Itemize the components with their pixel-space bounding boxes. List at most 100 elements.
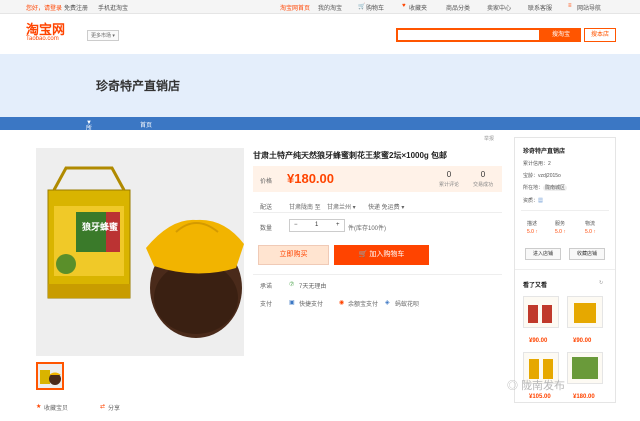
mobile-link[interactable]: 手机逛淘宝: [98, 3, 128, 12]
quick-pay[interactable]: 快捷支付: [299, 299, 323, 308]
qualification-label: 宝龄：: [523, 173, 539, 179]
scores-label: 资质：: [523, 198, 539, 204]
sold-count: 0: [480, 170, 486, 179]
enter-shop-button[interactable]: 进入店铺: [525, 248, 561, 260]
login-link[interactable]: 您好，请登录: [26, 3, 62, 12]
location-row: 所在地： 陇南城区: [523, 184, 568, 191]
seller-center-link[interactable]: 卖家中心: [487, 3, 511, 12]
divider: [515, 269, 615, 270]
desc-label: 描述: [527, 221, 538, 227]
honey-box-icon: [572, 357, 598, 379]
site-nav-link[interactable]: 网站导航: [577, 3, 601, 12]
yuebao-pay[interactable]: 余额宝支付: [348, 299, 378, 308]
recommend-image-1[interactable]: [523, 296, 559, 328]
nav-home[interactable]: 首页: [140, 120, 152, 129]
heart-icon[interactable]: ♥: [402, 3, 406, 9]
watermark-text: 陇南发布: [521, 380, 566, 392]
menu-icon[interactable]: ≡: [568, 3, 572, 9]
promise-text[interactable]: 7天无理由: [299, 281, 326, 290]
report-link[interactable]: 举报: [484, 135, 494, 142]
logo-text: 淘宝网: [26, 22, 66, 37]
collect-link[interactable]: 收藏宝贝: [44, 403, 68, 412]
add-to-cart-button[interactable]: 🛒 加入购物车: [334, 245, 429, 265]
promise-icon: ⑦: [289, 282, 295, 288]
honey-jar-icon: [574, 303, 596, 323]
shop-sidebar: 珍奇特产直销店 累计信用：2 宝龄：vzdj2015o 所在地： 陇南城区 资质：…: [514, 137, 616, 403]
delivery-label: 配送: [260, 205, 273, 211]
price-label: 价格: [260, 179, 273, 185]
recommend-image-2[interactable]: [567, 296, 603, 328]
reviews-count: 0: [446, 170, 452, 179]
quantity-label: 数量: [260, 226, 273, 232]
divider: [521, 210, 609, 211]
location-badge: 陇南城区: [543, 185, 568, 191]
favorites-link[interactable]: 收藏夹: [409, 3, 427, 12]
qty-minus-button[interactable]: −: [294, 222, 298, 228]
qty-plus-button[interactable]: +: [336, 222, 340, 228]
also-viewed-title: 看了又看: [523, 283, 548, 289]
divider: [253, 212, 502, 213]
categories-link[interactable]: 商品分类: [446, 3, 470, 12]
shop-name[interactable]: 珍奇特产直销店: [96, 77, 180, 94]
huabei-pay[interactable]: 蚂蚁花呗: [395, 299, 419, 308]
product-image-caption: 狼牙蜂蜜: [82, 222, 119, 232]
credit-value: 2: [548, 161, 551, 167]
search-input[interactable]: [396, 28, 541, 42]
recommend-price-2: ¥90.00: [573, 338, 592, 344]
home-link[interactable]: 淘宝网首页: [280, 3, 310, 12]
my-taobao-link[interactable]: 我的淘宝: [318, 3, 342, 12]
delivery-to-dropdown[interactable]: 甘肃兰州 ▾: [327, 202, 356, 211]
logistics-label: 物流: [585, 221, 596, 227]
shop-nav: 所有分类 ▼ 首页: [0, 117, 640, 159]
taobao-logo[interactable]: 淘宝网 Taobao.com: [26, 22, 66, 43]
refresh-icon[interactable]: ↻: [599, 280, 603, 286]
delivery-fee-dropdown[interactable]: 快递 免运费 ▾: [368, 202, 404, 211]
register-link[interactable]: 免费注册: [64, 3, 88, 12]
watermark: ◎ 陇南发布: [507, 377, 565, 393]
service-link[interactable]: 联系客服: [528, 3, 552, 12]
more-markets-label: 更多市场: [91, 33, 112, 39]
nav-all-categories[interactable]: 所有分类 ▼: [86, 120, 92, 159]
buy-now-button[interactable]: 立即购买: [258, 245, 329, 265]
sold-stat: 0 交易成功: [467, 170, 499, 188]
delivery-to-label: 甘肃兰州: [327, 205, 352, 211]
service-score: 5.0 ↑: [555, 229, 566, 235]
delivery-fee-label: 快递 免运费: [368, 205, 400, 211]
honey-product-illustration: [36, 148, 244, 356]
quantity-stepper[interactable]: − 1 +: [289, 219, 345, 232]
share-icon[interactable]: ⇄: [100, 403, 105, 410]
logistics-score: 5.0 ↑: [585, 229, 596, 235]
payment-label: 支付: [260, 302, 273, 308]
recommend-image-4[interactable]: [567, 352, 603, 384]
product-main-image[interactable]: 狼牙蜂蜜: [36, 148, 244, 356]
service-label: 服务: [555, 221, 566, 227]
product-title: 甘肃土特产纯天然狼牙蜂蜜刺花王浆蜜2坛×1000g 包邮: [253, 151, 448, 160]
favorite-shop-button[interactable]: 收藏店铺: [569, 248, 605, 260]
product-price: ¥180.00: [287, 171, 334, 186]
cart-icon[interactable]: 🛒: [358, 3, 365, 10]
more-markets-dropdown[interactable]: 更多市场 ▾: [87, 30, 119, 41]
search-taobao-button[interactable]: 搜淘宝: [541, 28, 581, 42]
credit-label: 累计信用：: [523, 161, 549, 167]
qty-value[interactable]: 1: [315, 222, 318, 228]
logo-sub: Taobao.com: [26, 36, 59, 42]
cart-link[interactable]: 购物车: [366, 3, 384, 12]
star-icon[interactable]: ★: [36, 403, 41, 410]
reviews-label: 累计评论: [438, 182, 459, 188]
credit-row: 累计信用：2: [523, 160, 551, 167]
license-icon: ▦: [538, 198, 544, 204]
recommend-price-1: ¥90.00: [529, 338, 548, 344]
huabei-icon: ◈: [385, 300, 390, 306]
product-thumbnail[interactable]: [36, 362, 64, 390]
yuebao-icon: ◉: [339, 300, 345, 306]
share-link[interactable]: 分享: [108, 403, 120, 412]
desc-score: 5.0 ↑: [527, 229, 538, 235]
recommend-price-4: ¥180.00: [573, 394, 595, 400]
wechat-icon: ◎: [507, 380, 518, 392]
search-shop-button[interactable]: 搜本店: [584, 28, 616, 42]
scores-row: 资质：▦: [523, 197, 543, 204]
divider: [253, 274, 502, 275]
promise-label: 承诺: [260, 284, 273, 290]
sidebar-shop-name[interactable]: 珍奇特产直销店: [523, 146, 565, 155]
reviews-stat[interactable]: 0 累计评论: [433, 170, 465, 188]
